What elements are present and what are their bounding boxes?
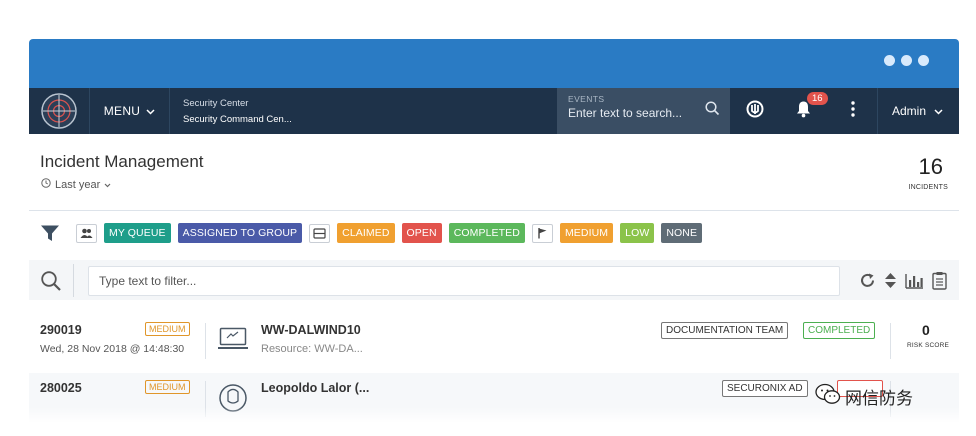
top-nav: MENU Security Center Security Command Ce…	[29, 88, 959, 134]
time-range-label: Last year	[55, 178, 101, 191]
notifications-button[interactable]: 16	[779, 88, 828, 134]
shield-button[interactable]	[730, 88, 779, 134]
kebab-menu-icon	[850, 100, 855, 122]
filter-medium[interactable]: MEDIUM	[559, 223, 614, 243]
bar-chart-icon[interactable]	[905, 272, 924, 294]
filter-search-bar	[29, 260, 959, 300]
wechat-logo-icon	[815, 383, 841, 410]
header-divider	[29, 210, 959, 211]
divider	[890, 323, 891, 359]
filter-icon[interactable]	[40, 224, 60, 243]
incident-count-label: INCIDENTS	[908, 184, 948, 191]
chevron-down-icon	[146, 104, 155, 118]
divider	[73, 264, 74, 297]
risk-score-value: 0	[922, 322, 930, 338]
watermark: 网信防务	[815, 383, 913, 410]
app-window: MENU Security Center Security Command Ce…	[29, 39, 959, 436]
user-menu[interactable]: Admin	[877, 88, 957, 134]
incident-resource: Resource: WW-DA...	[261, 343, 363, 355]
flag-filter-icon[interactable]	[531, 223, 553, 243]
time-range-selector[interactable]: Last year	[41, 178, 111, 191]
team-tag[interactable]: DOCUMENTATION TEAM	[661, 322, 789, 339]
more-options-button[interactable]	[828, 88, 877, 134]
incident-count: 16	[918, 154, 943, 179]
window-dot[interactable]	[901, 55, 912, 66]
events-search-input[interactable]	[568, 106, 698, 120]
team-tag[interactable]: SECURONIX AD	[722, 380, 808, 397]
filter-bar: MY QUEUE ASSIGNED TO GROUP CLAIMED OPEN …	[29, 221, 959, 245]
breadcrumb-parent[interactable]: Security Center	[183, 96, 557, 112]
chevron-down-icon	[934, 104, 943, 118]
list-toolbar	[859, 271, 947, 295]
shield-icon	[746, 100, 764, 123]
radar-logo-icon	[41, 93, 77, 129]
severity-badge: MEDIUM	[145, 322, 190, 336]
filter-none[interactable]: NONE	[661, 223, 703, 243]
refresh-icon[interactable]	[859, 272, 876, 294]
incident-entity[interactable]: Leopoldo Lalor (...	[261, 381, 369, 395]
status-tag[interactable]: COMPLETED	[803, 322, 876, 339]
scroll-fade	[29, 407, 959, 436]
chevron-down-icon	[104, 179, 111, 191]
status-filter-icon[interactable]	[309, 223, 331, 243]
window-dot[interactable]	[884, 55, 895, 66]
filter-low[interactable]: LOW	[620, 223, 655, 243]
incident-id[interactable]: 280025	[40, 381, 82, 395]
window-dot[interactable]	[918, 55, 929, 66]
filter-open[interactable]: OPEN	[401, 223, 442, 243]
incident-entity[interactable]: WW-DALWIND10	[261, 323, 361, 337]
page-title: Incident Management	[40, 152, 204, 171]
breadcrumb-current[interactable]: Security Command Cen...	[183, 112, 557, 128]
filter-claimed[interactable]: CLAIMED	[337, 223, 395, 243]
events-search[interactable]: EVENTS	[557, 88, 730, 134]
search-icon[interactable]	[40, 270, 62, 297]
menu-button[interactable]: MENU	[90, 88, 170, 134]
clipboard-icon[interactable]	[932, 271, 947, 295]
filter-completed[interactable]: COMPLETED	[448, 223, 525, 243]
filter-my-queue[interactable]: MY QUEUE	[104, 223, 171, 243]
incident-row[interactable]: 290019 Wed, 28 Nov 2018 @ 14:48:30 MEDIU…	[29, 315, 959, 369]
filter-assigned-to-group[interactable]: ASSIGNED TO GROUP	[177, 223, 303, 243]
watermark-text: 网信防务	[845, 389, 913, 409]
clock-icon	[41, 178, 51, 191]
window-title-bar	[29, 39, 959, 88]
filter-text-input[interactable]	[88, 266, 840, 296]
people-filter-icon[interactable]	[76, 223, 97, 243]
search-icon[interactable]	[705, 101, 720, 121]
risk-score-label: RISK SCORE	[907, 342, 950, 349]
severity-badge: MEDIUM	[145, 380, 190, 394]
user-name: Admin	[891, 104, 926, 118]
incident-date: Wed, 28 Nov 2018 @ 14:48:30	[40, 343, 185, 355]
laptop-icon	[217, 327, 249, 356]
breadcrumb[interactable]: Security Center Security Command Cen...	[170, 88, 557, 134]
sort-icon[interactable]	[884, 272, 897, 294]
incident-id[interactable]: 290019	[40, 323, 82, 337]
menu-label: MENU	[103, 104, 141, 118]
divider	[205, 323, 206, 359]
logo[interactable]	[29, 88, 90, 134]
window-controls[interactable]	[884, 55, 929, 66]
notification-badge: 16	[807, 92, 828, 105]
